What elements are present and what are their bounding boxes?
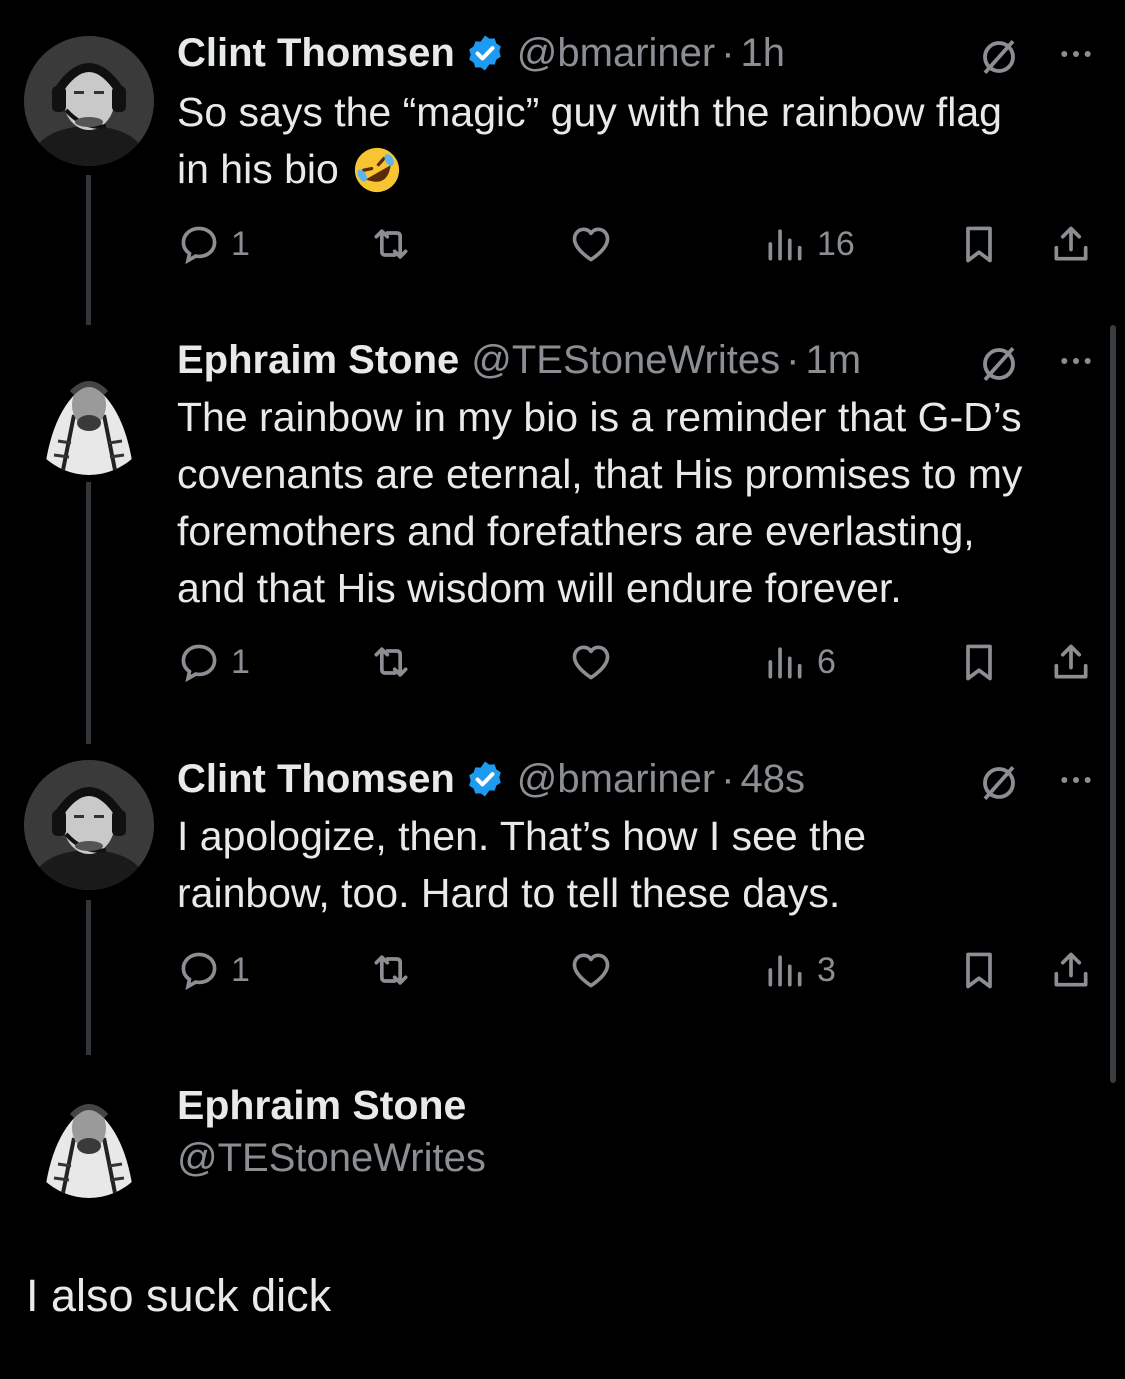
bookmark-button[interactable] [957,946,1001,994]
author-handle[interactable]: @bmariner [517,31,715,76]
tweet-text: I apologize, then. That’s how I see the … [177,808,1097,922]
prayer-shawl-person-avatar-icon [24,345,154,475]
reply-icon [181,644,217,683]
like-icon [572,227,610,262]
bookmark-button[interactable] [957,638,1001,686]
profile-name[interactable]: Ephraim Stone [177,1082,466,1129]
views-button[interactable]: 3 [763,946,836,994]
bookmark-icon [966,952,992,989]
like-button[interactable] [569,638,613,686]
tweet-header: Clint Thomsen @bmariner · 1h [177,30,785,76]
reply-count: 1 [231,950,250,989]
views-icon [768,955,802,987]
share-icon [1054,952,1088,987]
tweet-text-line: in his bio [177,141,1097,198]
retweet-icon [374,229,408,259]
avatar[interactable] [24,345,154,475]
view-count: 16 [817,224,855,263]
like-button[interactable] [569,220,613,268]
more-icon[interactable] [1056,34,1096,74]
headset-person-avatar-icon [24,760,154,890]
view-count: 6 [817,642,836,681]
verified-badge-icon [468,35,501,71]
tweet-text-line: and that His wisdom will endure forever. [177,565,902,611]
profile-handle[interactable]: @TEStoneWrites [177,1136,486,1181]
retweet-button[interactable] [369,220,413,268]
tweet-text-line: foremothers and forefathers are everlast… [177,508,975,554]
profile-bio: I also suck dick [26,1270,332,1321]
thread-line [86,482,91,744]
reply-count: 1 [231,642,250,681]
separator-dot: · [721,30,735,75]
retweet-icon [374,955,408,985]
like-icon [572,645,610,680]
tweet-header: Clint Thomsen @bmariner · 48s [177,756,805,802]
author-name[interactable]: Clint Thomsen [177,31,455,76]
grok-icon[interactable] [978,343,1020,385]
author-handle[interactable]: @TEStoneWrites [471,338,780,383]
avatar[interactable] [24,36,154,166]
rolling-on-the-floor-laughing-emoji [354,147,399,192]
views-icon [768,647,802,679]
reply-button[interactable]: 1 [177,638,250,686]
more-icon[interactable] [1056,341,1096,381]
like-icon [572,953,610,988]
avatar[interactable] [24,760,154,890]
retweet-button[interactable] [369,638,413,686]
like-button[interactable] [569,946,613,994]
author-handle[interactable]: @bmariner [517,757,715,802]
thread-line [86,175,91,325]
tweet-text: The rainbow in my bio is a reminder that… [177,389,1097,617]
reply-button[interactable]: 1 [177,220,250,268]
bookmark-button[interactable] [957,220,1001,268]
share-button[interactable] [1049,220,1093,268]
verified-badge-icon [468,761,501,797]
tweet-text-line: covenants are eternal, that His promises… [177,451,1023,497]
timestamp[interactable]: 1m [805,338,861,383]
retweet-button[interactable] [369,946,413,994]
share-button[interactable] [1049,946,1093,994]
reply-icon [181,952,217,991]
share-button[interactable] [1049,638,1093,686]
timestamp[interactable]: 1h [741,31,786,76]
bookmark-icon [966,644,992,681]
tweet-actions: 1 3 [177,946,1097,994]
prayer-shawl-person-avatar-icon [24,1068,154,1198]
tweet-actions: 1 6 [177,638,1097,686]
tweet-text: So says the “magic” guy with the rainbow… [177,84,1097,198]
scrollbar[interactable] [1110,325,1116,1083]
more-icon[interactable] [1056,760,1096,800]
reply-button[interactable]: 1 [177,946,250,994]
views-button[interactable]: 16 [763,220,855,268]
view-count: 3 [817,950,836,989]
tweet-text-line: I apologize, then. That’s how I see the [177,813,867,859]
author-name[interactable]: Clint Thomsen [177,757,455,802]
share-icon [1054,644,1088,679]
tweet-actions: 1 16 [177,220,1097,268]
tweet-text-line: The rainbow in my bio is a reminder that… [177,394,1022,440]
tweet-text-line: So says the “magic” guy with the rainbow… [177,89,1002,135]
timestamp[interactable]: 48s [741,757,806,802]
separator-dot: · [786,337,800,382]
tweet-text-line-content: in his bio [177,146,339,192]
separator-dot: · [721,756,735,801]
reply-count: 1 [231,224,250,263]
retweet-icon [374,647,408,677]
bookmark-icon [966,226,992,263]
views-button[interactable]: 6 [763,638,836,686]
headset-person-avatar-icon [24,36,154,166]
thread-line [86,900,91,1055]
author-name[interactable]: Ephraim Stone [177,338,459,383]
share-icon [1054,226,1088,261]
tweet-header: Ephraim Stone @TEStoneWrites · 1m [177,337,861,383]
grok-icon[interactable] [978,36,1020,78]
reply-icon [181,226,217,265]
grok-icon[interactable] [978,762,1020,804]
tweet-text-line: rainbow, too. Hard to tell these days. [177,870,841,916]
views-icon [768,229,802,261]
avatar[interactable] [24,1068,154,1198]
